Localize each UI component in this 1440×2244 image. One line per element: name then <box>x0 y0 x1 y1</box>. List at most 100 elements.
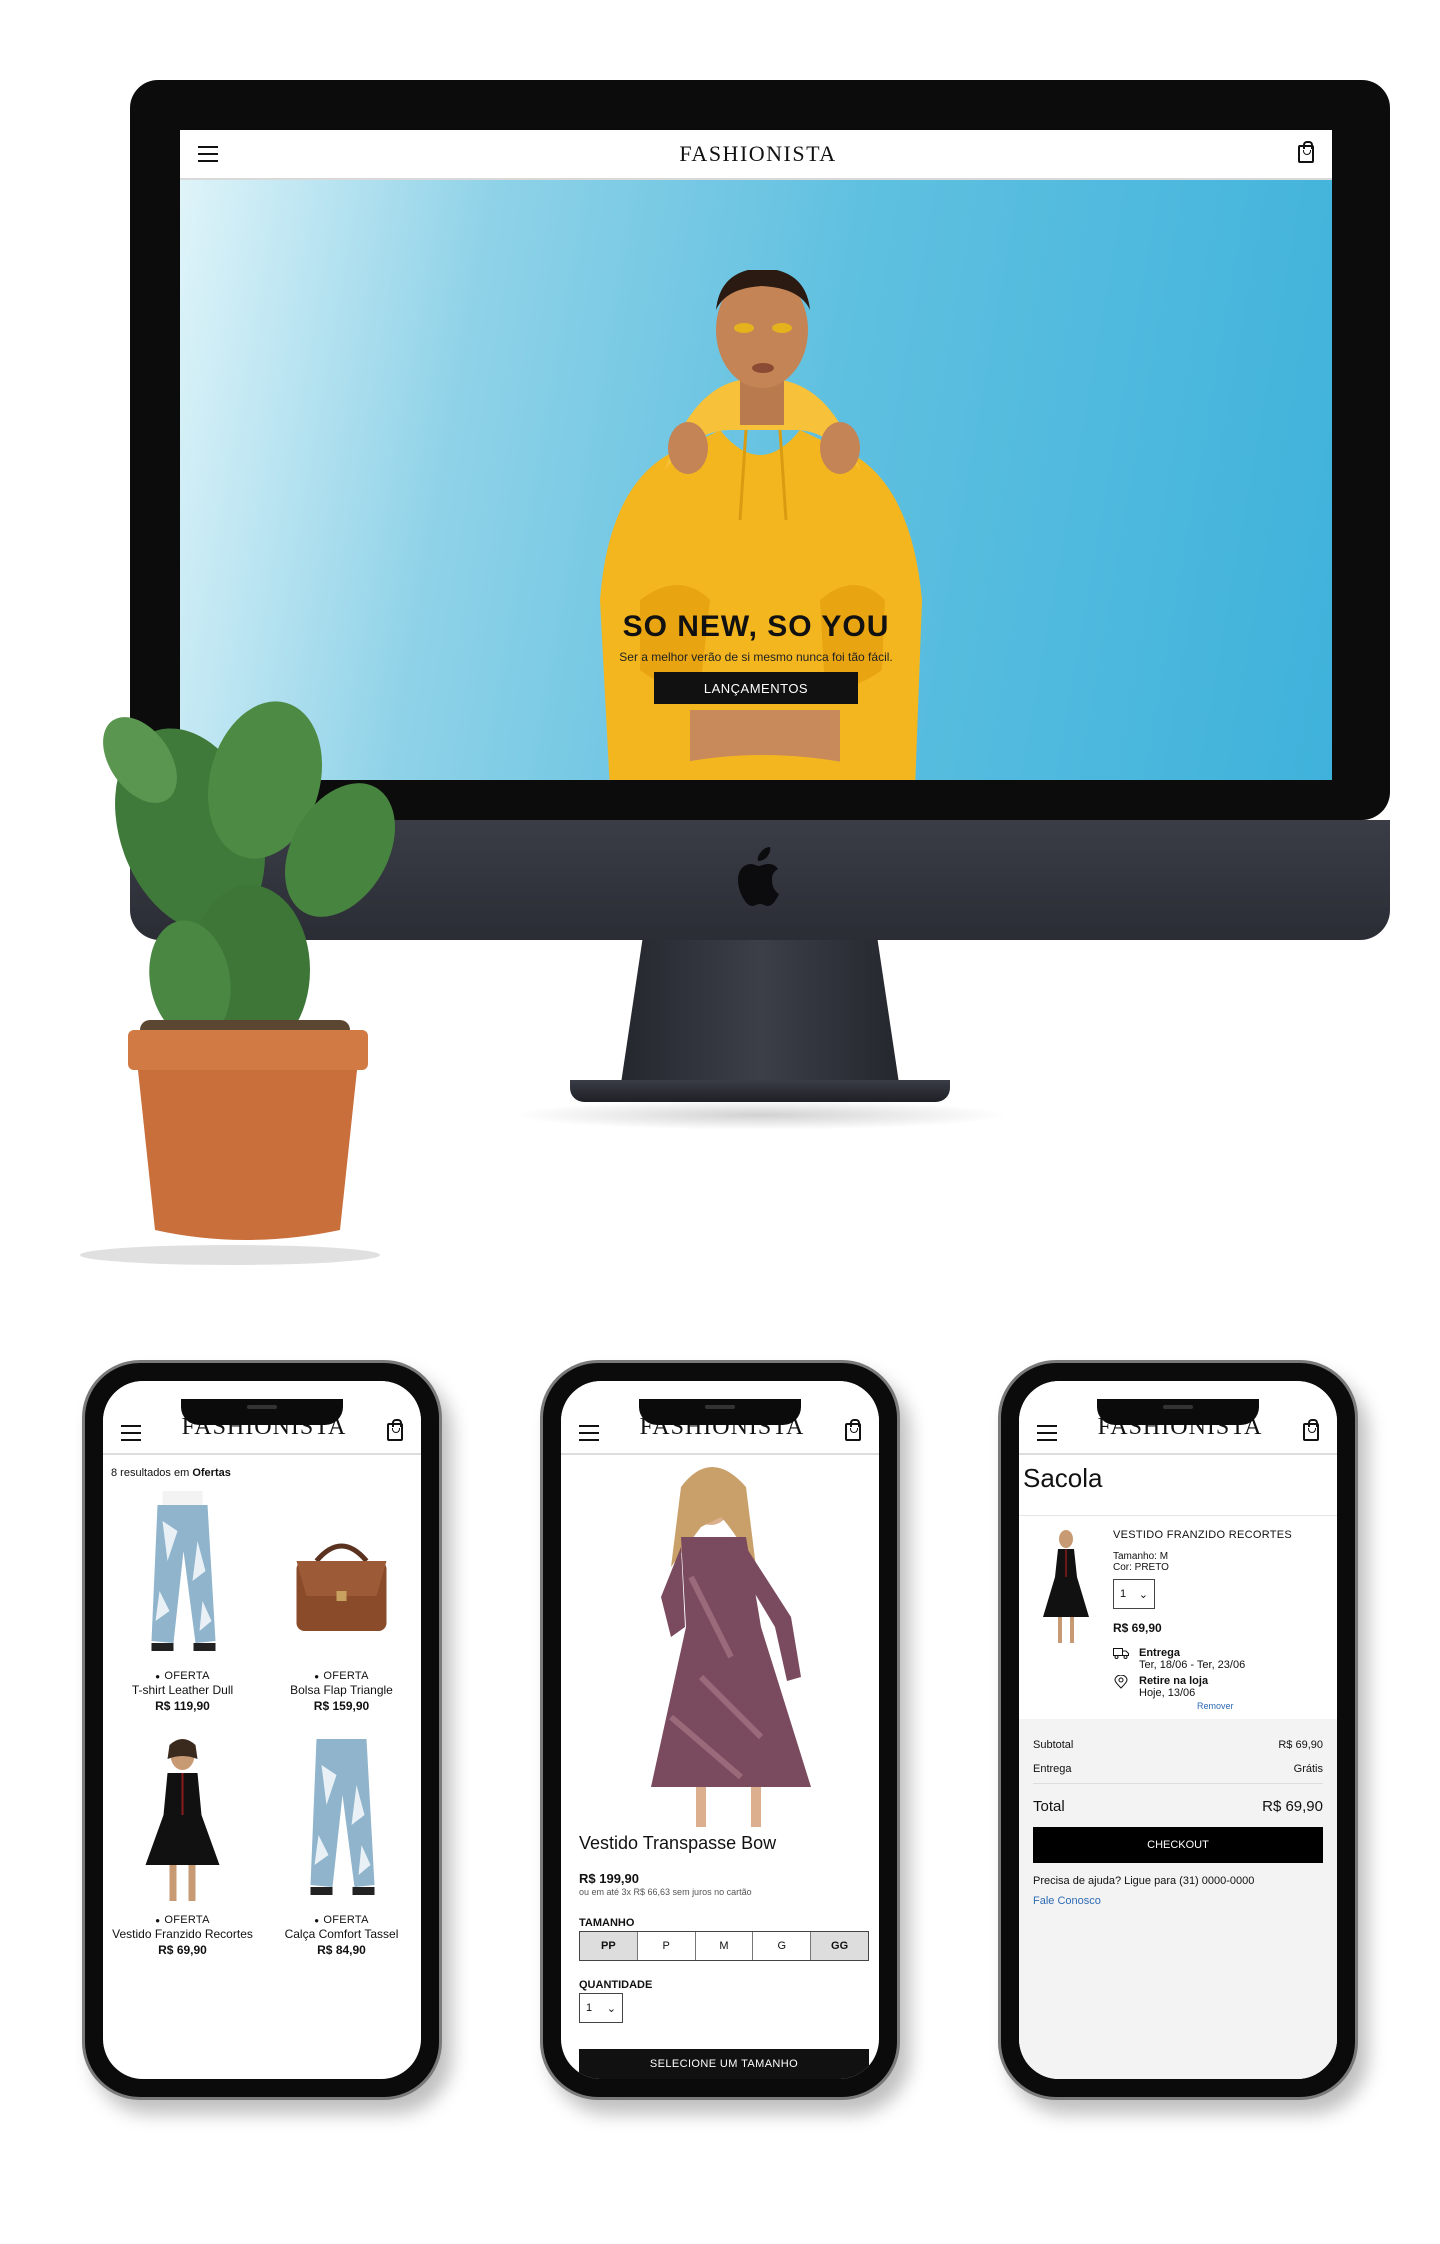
imac-stand-foot <box>570 1080 950 1102</box>
product-card[interactable]: OFERTA T-shirt Leather Dull R$ 119,90 <box>103 1491 262 1713</box>
phone-cart-screen: FASHIONISTA Sacola VESTIDO FRANZIDO RECO… <box>1019 1381 1337 2079</box>
product-price: R$ 159,90 <box>313 1699 370 1713</box>
imac-stand-neck <box>620 940 900 1090</box>
delivery-label: Entrega <box>1139 1647 1180 1659</box>
size-option-m[interactable]: M <box>696 1932 754 1960</box>
product-tag: OFERTA <box>103 1914 262 1926</box>
product-image-black-dress <box>145 1739 220 1901</box>
select-size-button[interactable]: SELECIONE UM TAMANHO <box>579 2049 869 2079</box>
size-option-pp[interactable]: PP <box>580 1932 638 1960</box>
subtotal-row: Subtotal R$ 69,90 <box>1033 1739 1323 1751</box>
quantity-select[interactable]: 1 ⌄ <box>579 1993 623 2023</box>
product-main-image <box>651 1467 811 1827</box>
size-label: TAMANHO <box>579 1917 635 1929</box>
product-price: R$ 119,90 <box>155 1699 210 1713</box>
order-summary: Subtotal R$ 69,90 Entrega Grátis Total R… <box>1019 1719 1337 2079</box>
pickup-option[interactable]: Retire na loja Hoje, 13/06 <box>1113 1675 1208 1699</box>
product-price: R$ 69,90 <box>158 1943 207 1957</box>
phone-notch <box>1097 1399 1259 1425</box>
product-body: Vestido Transpasse Bow R$ 199,90 ou em a… <box>561 1457 879 2079</box>
product-installments: ou em até 3x R$ 66,63 sem juros no cartã… <box>579 1887 752 1897</box>
delivery-option[interactable]: Entrega Ter, 18/06 - Ter, 23/06 <box>1113 1647 1245 1671</box>
product-image-bag <box>296 1543 387 1631</box>
total-label: Total <box>1033 1798 1065 1815</box>
truck-icon <box>1113 1648 1129 1659</box>
divider <box>1019 1515 1337 1516</box>
results-prefix: 8 resultados em <box>111 1467 190 1479</box>
desktop-header: FASHIONISTA <box>180 130 1332 180</box>
product-name[interactable]: Calça Comfort Tassel <box>262 1928 421 1941</box>
shipping-value: Grátis <box>1293 1763 1323 1775</box>
cart-item-price: R$ 69,90 <box>1113 1621 1162 1635</box>
shipping-label: Entrega <box>1033 1763 1072 1775</box>
remove-item-link[interactable]: Remover <box>1197 1701 1234 1711</box>
cart-body: Sacola VESTIDO FRANZIDO RECORTES Tamanho… <box>1019 1457 1337 2079</box>
phone-catalog-screen: FASHIONISTA 8 resultados em Ofertas OFER… <box>103 1381 421 2079</box>
phone-catalog: FASHIONISTA 8 resultados em Ofertas OFER… <box>82 1360 442 2100</box>
product-image-pants <box>151 1491 216 1651</box>
product-card[interactable]: OFERTA Bolsa Flap Triangle R$ 159,90 <box>262 1491 421 1713</box>
menu-icon[interactable] <box>121 1425 141 1441</box>
apple-logo-icon <box>738 847 779 906</box>
results-count: 8 resultados em Ofertas <box>103 1457 421 1489</box>
cart-item-name[interactable]: VESTIDO FRANZIDO RECORTES <box>1113 1529 1292 1541</box>
menu-icon[interactable] <box>198 146 218 162</box>
menu-icon[interactable] <box>1037 1425 1057 1441</box>
chevron-down-icon: ⌄ <box>606 2002 616 2015</box>
total-row: Total R$ 69,90 <box>1033 1783 1323 1815</box>
chevron-down-icon: ⌄ <box>1138 1588 1148 1601</box>
product-card[interactable]: OFERTA Vestido Franzido Recortes R$ 69,9… <box>103 1735 262 1957</box>
contact-link[interactable]: Fale Conosco <box>1033 1895 1323 1907</box>
size-option-gg[interactable]: GG <box>811 1932 868 1960</box>
quantity-value: 1 <box>586 2002 593 2014</box>
checkout-button[interactable]: CHECKOUT <box>1033 1827 1323 1863</box>
hero-subtitle: Ser a melhor verão de si mesmo nunca foi… <box>619 650 893 664</box>
phone-notch <box>181 1399 343 1425</box>
product-title: Vestido Transpasse Bow <box>579 1833 777 1853</box>
launches-button[interactable]: LANÇAMENTOS <box>654 672 858 704</box>
cart-item-size: Tamanho: M <box>1113 1551 1169 1562</box>
shopping-bag-icon[interactable] <box>387 1419 403 1441</box>
total-value: R$ 69,90 <box>1262 1798 1323 1815</box>
menu-icon[interactable] <box>579 1425 599 1441</box>
shopping-bag-icon[interactable] <box>1303 1419 1319 1441</box>
cart-item-meta: Tamanho: M Cor: PRETO <box>1113 1551 1169 1573</box>
product-price: R$ 199,90 <box>579 1871 639 1886</box>
cactus-plant-image <box>80 701 395 1265</box>
cart-title: Sacola <box>1023 1463 1103 1493</box>
delivery-date: Ter, 18/06 - Ter, 23/06 <box>1139 1659 1246 1671</box>
pickup-date: Hoje, 13/06 <box>1139 1687 1196 1699</box>
phone-notch <box>639 1399 801 1425</box>
cart-item-quantity-select[interactable]: 1 ⌄ <box>1113 1579 1155 1609</box>
shopping-bag-icon[interactable] <box>845 1419 861 1441</box>
shopping-bag-icon[interactable] <box>1298 141 1314 163</box>
help-text: Precisa de ajuda? Ligue para (31) 0000-0… <box>1033 1875 1255 1887</box>
phone-product-screen: FASHIONISTA Vestido Transpasse Bow R$ 19… <box>561 1381 879 2079</box>
product-image-pants <box>310 1739 375 1895</box>
size-option-g[interactable]: G <box>753 1932 812 1960</box>
product-grid: OFERTA T-shirt Leather Dull R$ 119,90 OF… <box>103 1491 421 1957</box>
product-card[interactable]: OFERTA Calça Comfort Tassel R$ 84,90 <box>262 1735 421 1957</box>
brand-logo[interactable]: FASHIONISTA <box>679 141 836 167</box>
size-option-p[interactable]: P <box>638 1932 696 1960</box>
product-tag: OFERTA <box>262 1914 421 1926</box>
product-name[interactable]: Bolsa Flap Triangle <box>262 1684 421 1697</box>
product-tag: OFERTA <box>103 1670 262 1682</box>
quantity-label: QUANTIDADE <box>579 1979 653 1991</box>
results-category[interactable]: Ofertas <box>192 1467 231 1479</box>
phone-cart: FASHIONISTA Sacola VESTIDO FRANZIDO RECO… <box>998 1360 1358 2100</box>
quantity-value: 1 <box>1120 1588 1127 1600</box>
size-selector: PP P M G GG <box>579 1931 869 1961</box>
cart-item-color: Cor: PRETO <box>1113 1562 1169 1573</box>
hero-title: SO NEW, SO YOU <box>622 610 890 643</box>
catalog-body: 8 resultados em Ofertas OFERTA T-shirt L… <box>103 1457 421 2079</box>
pickup-label: Retire na loja <box>1139 1675 1209 1687</box>
product-tag: OFERTA <box>262 1670 421 1682</box>
subtotal-value: R$ 69,90 <box>1278 1739 1323 1751</box>
product-price: R$ 84,90 <box>317 1943 366 1957</box>
product-name[interactable]: T-shirt Leather Dull <box>103 1684 262 1697</box>
imac-shadow <box>510 1100 1010 1130</box>
product-name[interactable]: Vestido Franzido Recortes <box>103 1928 262 1941</box>
location-pin-icon <box>1114 1675 1128 1689</box>
shipping-row: Entrega Grátis <box>1033 1763 1323 1775</box>
